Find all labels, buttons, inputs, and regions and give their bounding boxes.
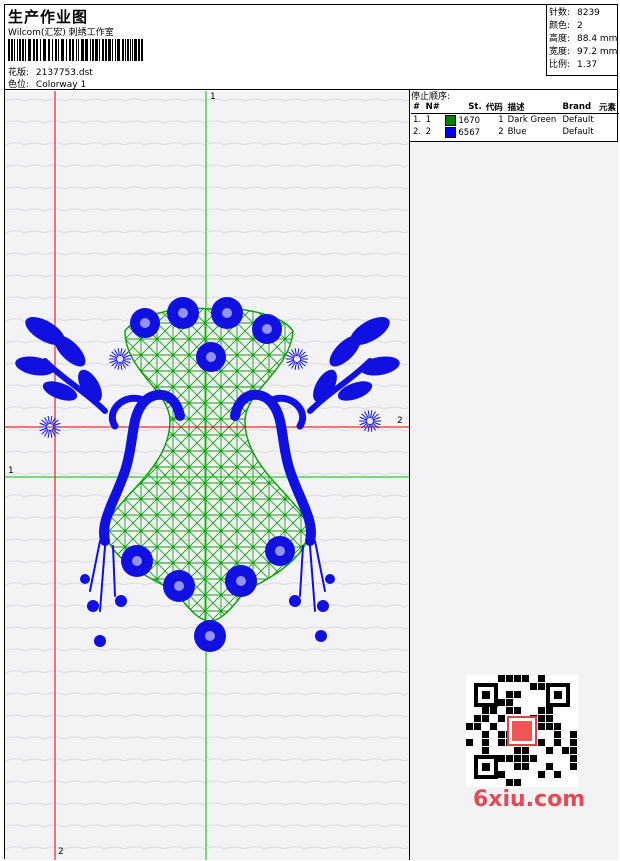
row-index: 1.: [413, 115, 422, 125]
row-brand: Default: [562, 127, 594, 137]
guide-mark-top: 1: [210, 92, 216, 102]
color-swatch: [444, 114, 456, 126]
table-row[interactable]: 2. 2 6567 2 Blue Default: [411, 126, 619, 138]
stat-stitches: 针数: 8239: [549, 8, 600, 18]
col-index: #: [411, 101, 424, 114]
stats-bottom-border: [546, 75, 617, 76]
embroidery-preview: [5, 91, 409, 860]
stat-width: 宽度: 97.2 mm: [549, 47, 618, 57]
barcode-icon: [8, 39, 143, 61]
stat-colors: 颜色: 2: [549, 21, 583, 31]
guide-mark-right: 2: [397, 416, 403, 426]
stat-height: 高度: 88.4 mm: [549, 34, 618, 44]
row-element: [597, 126, 619, 138]
watermark-text: 6xiu.com: [473, 787, 586, 812]
design-canvas[interactable]: 1 2 1 2: [5, 91, 409, 860]
col-desc: 描述: [505, 101, 561, 114]
row-n: 1: [425, 115, 432, 125]
row-brand: Default: [562, 115, 594, 125]
col-brand: Brand: [560, 101, 598, 114]
col-n: N#: [423, 101, 443, 114]
qr-code-icon: [466, 675, 578, 787]
col-stitches: St.: [442, 101, 484, 114]
row-stitches: 6567: [443, 126, 484, 138]
guide-mark-left: 1: [8, 466, 14, 476]
col-code: 代码: [483, 101, 506, 114]
table-header-row: # N# St. 代码 描述 Brand 元素: [411, 101, 619, 114]
table-row[interactable]: 1. 1 1670 1 Dark Green Default: [411, 114, 619, 127]
stat-ratio: 比例: 1.37: [549, 60, 598, 70]
stats-divider: [546, 5, 547, 75]
row-n: 2: [425, 127, 432, 137]
sheet-title: 生产作业图: [8, 8, 89, 26]
row-stitches: 1670: [443, 114, 484, 127]
row-code: 2: [498, 127, 504, 137]
stats-panel: 针数: 8239 颜色: 2 高度: 88.4 mm 宽度: 97.2 mm 比例: 1.…: [549, 7, 617, 72]
stop-sequence-table: # N# St. 代码 描述 Brand 元素 1. 1 1670 1 Dark…: [411, 101, 619, 138]
row-desc: Dark Green: [507, 115, 557, 125]
row-index: 2.: [413, 127, 422, 137]
sheet-subtitle: Wilcom(汇宏) 刺绣工作室: [8, 28, 114, 38]
color-swatch: [444, 126, 456, 138]
col-element: 元素: [597, 101, 619, 114]
row-element: [597, 114, 619, 127]
row-desc: Blue: [507, 127, 527, 137]
header-bottom-border: [5, 89, 617, 90]
guide-mark-bottom: 2: [58, 847, 64, 857]
row-code: 1: [498, 115, 504, 125]
